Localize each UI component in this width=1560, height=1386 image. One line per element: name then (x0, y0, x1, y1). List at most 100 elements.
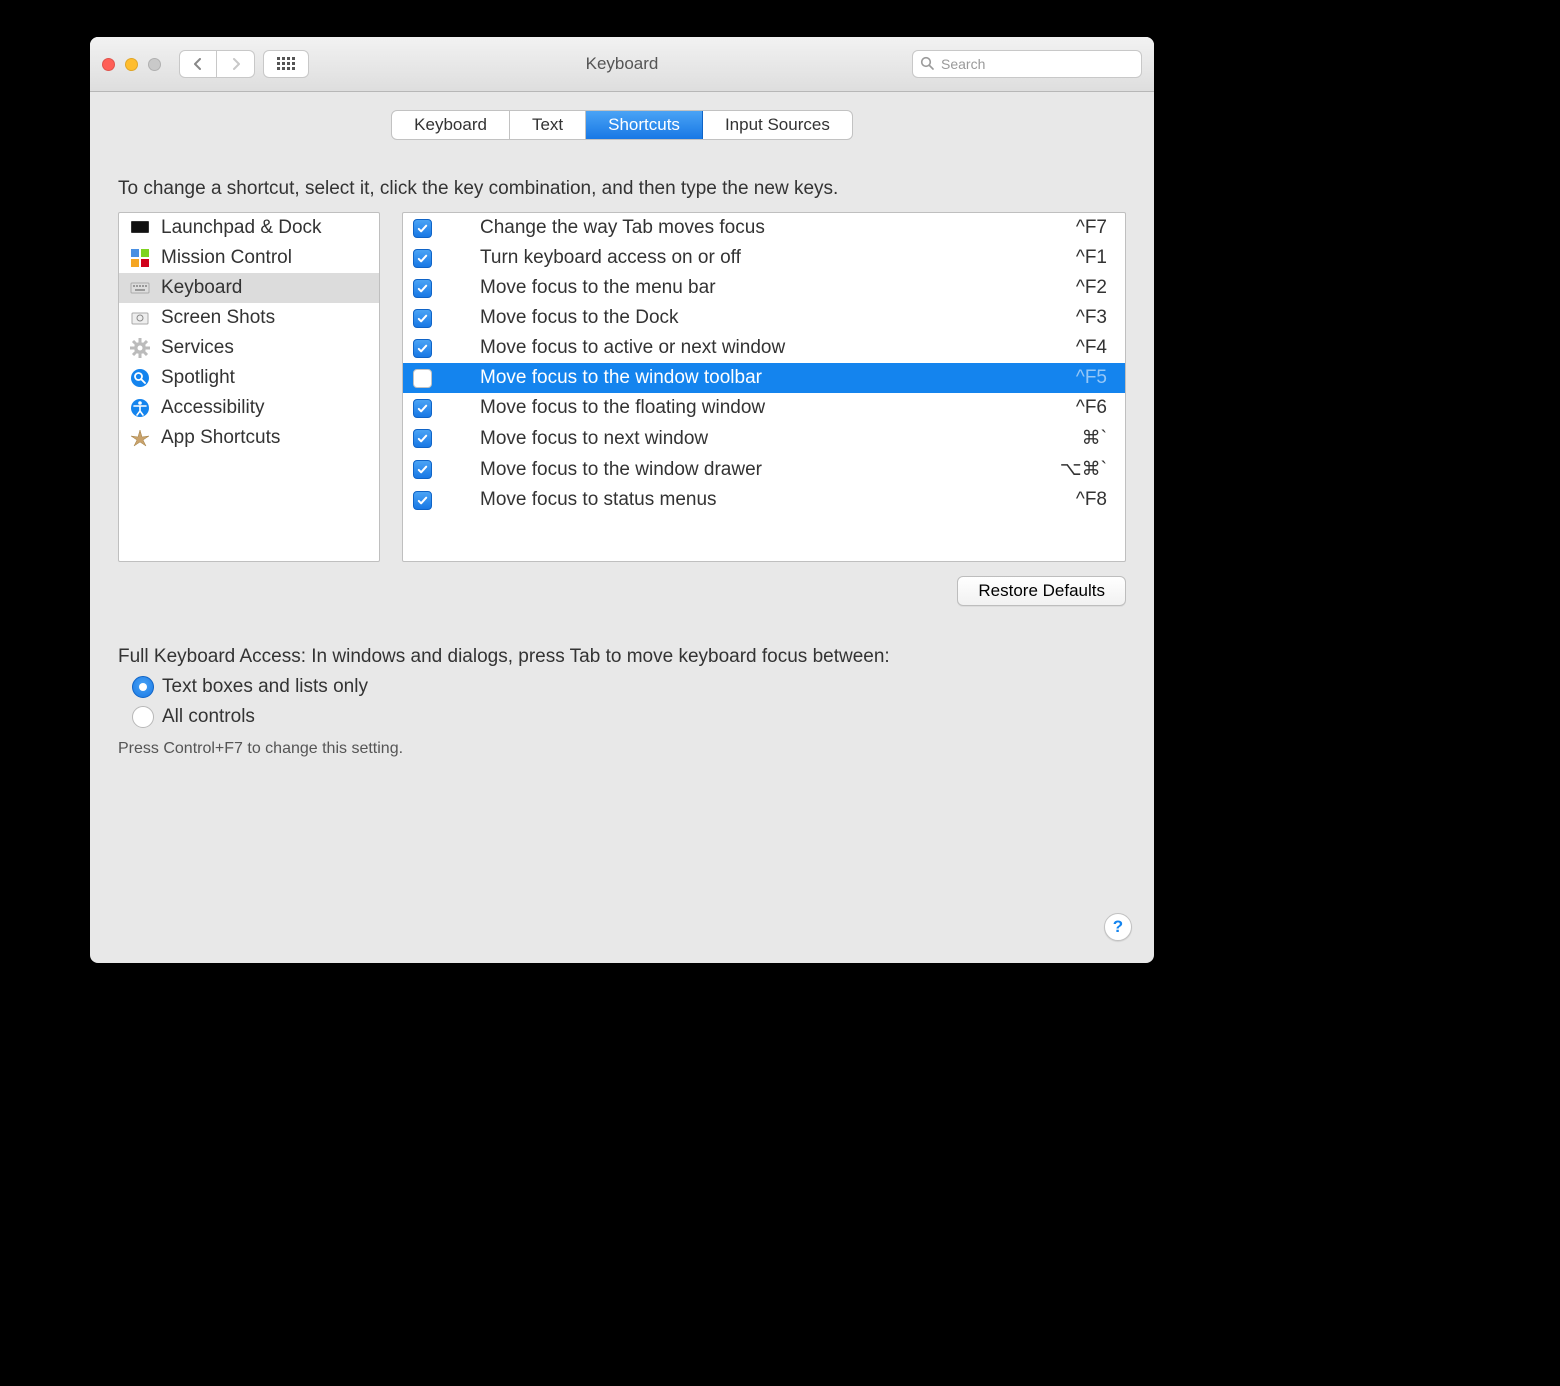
shortcut-label: Move focus to the menu bar (480, 277, 1062, 299)
nav-buttons (179, 50, 255, 78)
back-button[interactable] (179, 50, 217, 78)
category-label: Services (161, 337, 234, 359)
shortcut-row[interactable]: Move focus to active or next window ^F4 (403, 333, 1125, 363)
spotlight-icon (129, 367, 151, 389)
instruction-text: To change a shortcut, select it, click t… (118, 178, 1126, 200)
shortcut-row[interactable]: Move focus to the floating window ^F6 (403, 393, 1125, 423)
category-item[interactable]: Accessibility (119, 393, 379, 423)
shortcut-checkbox[interactable] (413, 429, 432, 448)
tab-keyboard[interactable]: Keyboard (392, 111, 510, 139)
shortcut-keys[interactable]: ^F4 (1076, 337, 1107, 359)
fka-title: Full Keyboard Access: In windows and dia… (118, 646, 1126, 668)
tab-label: Text (532, 115, 563, 135)
shortcut-keys[interactable]: ^F1 (1076, 247, 1107, 269)
category-item[interactable]: Screen Shots (119, 303, 379, 333)
shortcut-label: Move focus to the floating window (480, 397, 1062, 419)
shortcut-row[interactable]: Move focus to the window drawer ⌥⌘` (403, 454, 1125, 485)
content: Keyboard Text Shortcuts Input Sources To ch… (90, 92, 1154, 963)
category-label: Screen Shots (161, 307, 275, 329)
shortcut-checkbox[interactable] (413, 219, 432, 238)
shortcut-keys[interactable]: ^F5 (1076, 367, 1107, 389)
shortcut-keys[interactable]: ^F6 (1076, 397, 1107, 419)
shortcut-checkbox[interactable] (413, 399, 432, 418)
search-field-wrapper (912, 50, 1142, 78)
tab-input-sources[interactable]: Input Sources (703, 111, 852, 139)
full-keyboard-access-section: Full Keyboard Access: In windows and dia… (118, 646, 1126, 758)
radio-button[interactable] (132, 706, 154, 728)
screenshot-icon (129, 307, 151, 329)
close-button[interactable] (102, 58, 115, 71)
restore-row: Restore Defaults (118, 576, 1126, 606)
minimize-button[interactable] (125, 58, 138, 71)
shortcut-row[interactable]: Turn keyboard access on or off ^F1 (403, 243, 1125, 273)
category-label: App Shortcuts (161, 427, 280, 449)
shortcut-checkbox[interactable] (413, 460, 432, 479)
category-list[interactable]: Launchpad & Dock Mission Control Keyboard S… (118, 212, 380, 562)
shortcut-row[interactable]: Move focus to the menu bar ^F2 (403, 273, 1125, 303)
forward-button[interactable] (217, 50, 255, 78)
category-item[interactable]: Keyboard (119, 273, 379, 303)
shortcut-checkbox[interactable] (413, 309, 432, 328)
category-item[interactable]: Mission Control (119, 243, 379, 273)
fka-option-textboxes[interactable]: Text boxes and lists only (132, 676, 1126, 698)
preferences-window: Keyboard Keyboard Text Shortcuts Input Sour… (90, 37, 1154, 963)
radio-label: Text boxes and lists only (162, 676, 368, 698)
category-label: Mission Control (161, 247, 292, 269)
category-label: Accessibility (161, 397, 264, 419)
shortcut-row[interactable]: Move focus to the window toolbar ^F5 (403, 363, 1125, 393)
category-item[interactable]: Services (119, 333, 379, 363)
keyboard-icon (129, 277, 151, 299)
shortcut-keys[interactable]: ^F8 (1076, 489, 1107, 511)
shortcut-checkbox[interactable] (413, 249, 432, 268)
radio-button[interactable] (132, 676, 154, 698)
show-all-button[interactable] (263, 50, 309, 78)
radio-label: All controls (162, 706, 255, 728)
shortcut-label: Move focus to the window drawer (480, 459, 1046, 481)
shortcut-keys[interactable]: ^F2 (1076, 277, 1107, 299)
shortcut-row[interactable]: Move focus to the Dock^F3 (403, 303, 1125, 333)
category-item[interactable]: Spotlight (119, 363, 379, 393)
fka-hint: Press Control+F7 to change this setting. (118, 740, 1126, 758)
tab-text[interactable]: Text (510, 111, 586, 139)
help-button[interactable]: ? (1104, 913, 1132, 941)
shortcut-row[interactable]: Change the way Tab moves focus^F7 (403, 213, 1125, 243)
chevron-right-icon (230, 58, 242, 70)
category-label: Spotlight (161, 367, 235, 389)
titlebar: Keyboard (90, 37, 1154, 92)
shortcut-label: Move focus to status menus (480, 489, 1062, 511)
tab-label: Shortcuts (608, 115, 680, 135)
shortcut-checkbox[interactable] (413, 491, 432, 510)
window-controls (102, 58, 161, 71)
shortcut-keys[interactable]: ^F7 (1076, 217, 1107, 239)
category-item[interactable]: Launchpad & Dock (119, 213, 379, 243)
shortcut-list[interactable]: Change the way Tab moves focus^F7Turn ke… (402, 212, 1126, 562)
fka-option-allcontrols[interactable]: All controls (132, 706, 1126, 728)
category-label: Keyboard (161, 277, 242, 299)
tab-shortcuts[interactable]: Shortcuts (586, 111, 703, 139)
grid-icon (277, 57, 295, 71)
lists-container: Launchpad & Dock Mission Control Keyboard S… (118, 212, 1126, 562)
tab-bar-wrapper: Keyboard Text Shortcuts Input Sources (118, 110, 1126, 140)
shortcut-label: Move focus to the window toolbar (480, 367, 1062, 389)
shortcut-keys[interactable]: ⌥⌘` (1060, 458, 1107, 481)
shortcut-checkbox[interactable] (413, 369, 432, 388)
shortcut-label: Move focus to active or next window (480, 337, 1062, 359)
shortcut-row[interactable]: Move focus to next window⌘` (403, 423, 1125, 454)
app-icon (129, 427, 151, 449)
shortcut-keys[interactable]: ⌘` (1082, 427, 1107, 450)
shortcut-keys[interactable]: ^F3 (1076, 307, 1107, 329)
shortcut-row[interactable]: Move focus to status menus ^F8 (403, 485, 1125, 515)
shortcut-label: Turn keyboard access on or off (480, 247, 1062, 269)
zoom-button[interactable] (148, 58, 161, 71)
accessibility-icon (129, 397, 151, 419)
tab-label: Input Sources (725, 115, 830, 135)
shortcut-checkbox[interactable] (413, 339, 432, 358)
search-icon (920, 52, 934, 76)
search-input[interactable] (912, 50, 1142, 78)
restore-defaults-button[interactable]: Restore Defaults (957, 576, 1126, 606)
shortcut-checkbox[interactable] (413, 279, 432, 298)
category-item[interactable]: App Shortcuts (119, 423, 379, 453)
chevron-left-icon (192, 58, 204, 70)
tab-bar: Keyboard Text Shortcuts Input Sources (391, 110, 853, 140)
tab-label: Keyboard (414, 115, 487, 135)
